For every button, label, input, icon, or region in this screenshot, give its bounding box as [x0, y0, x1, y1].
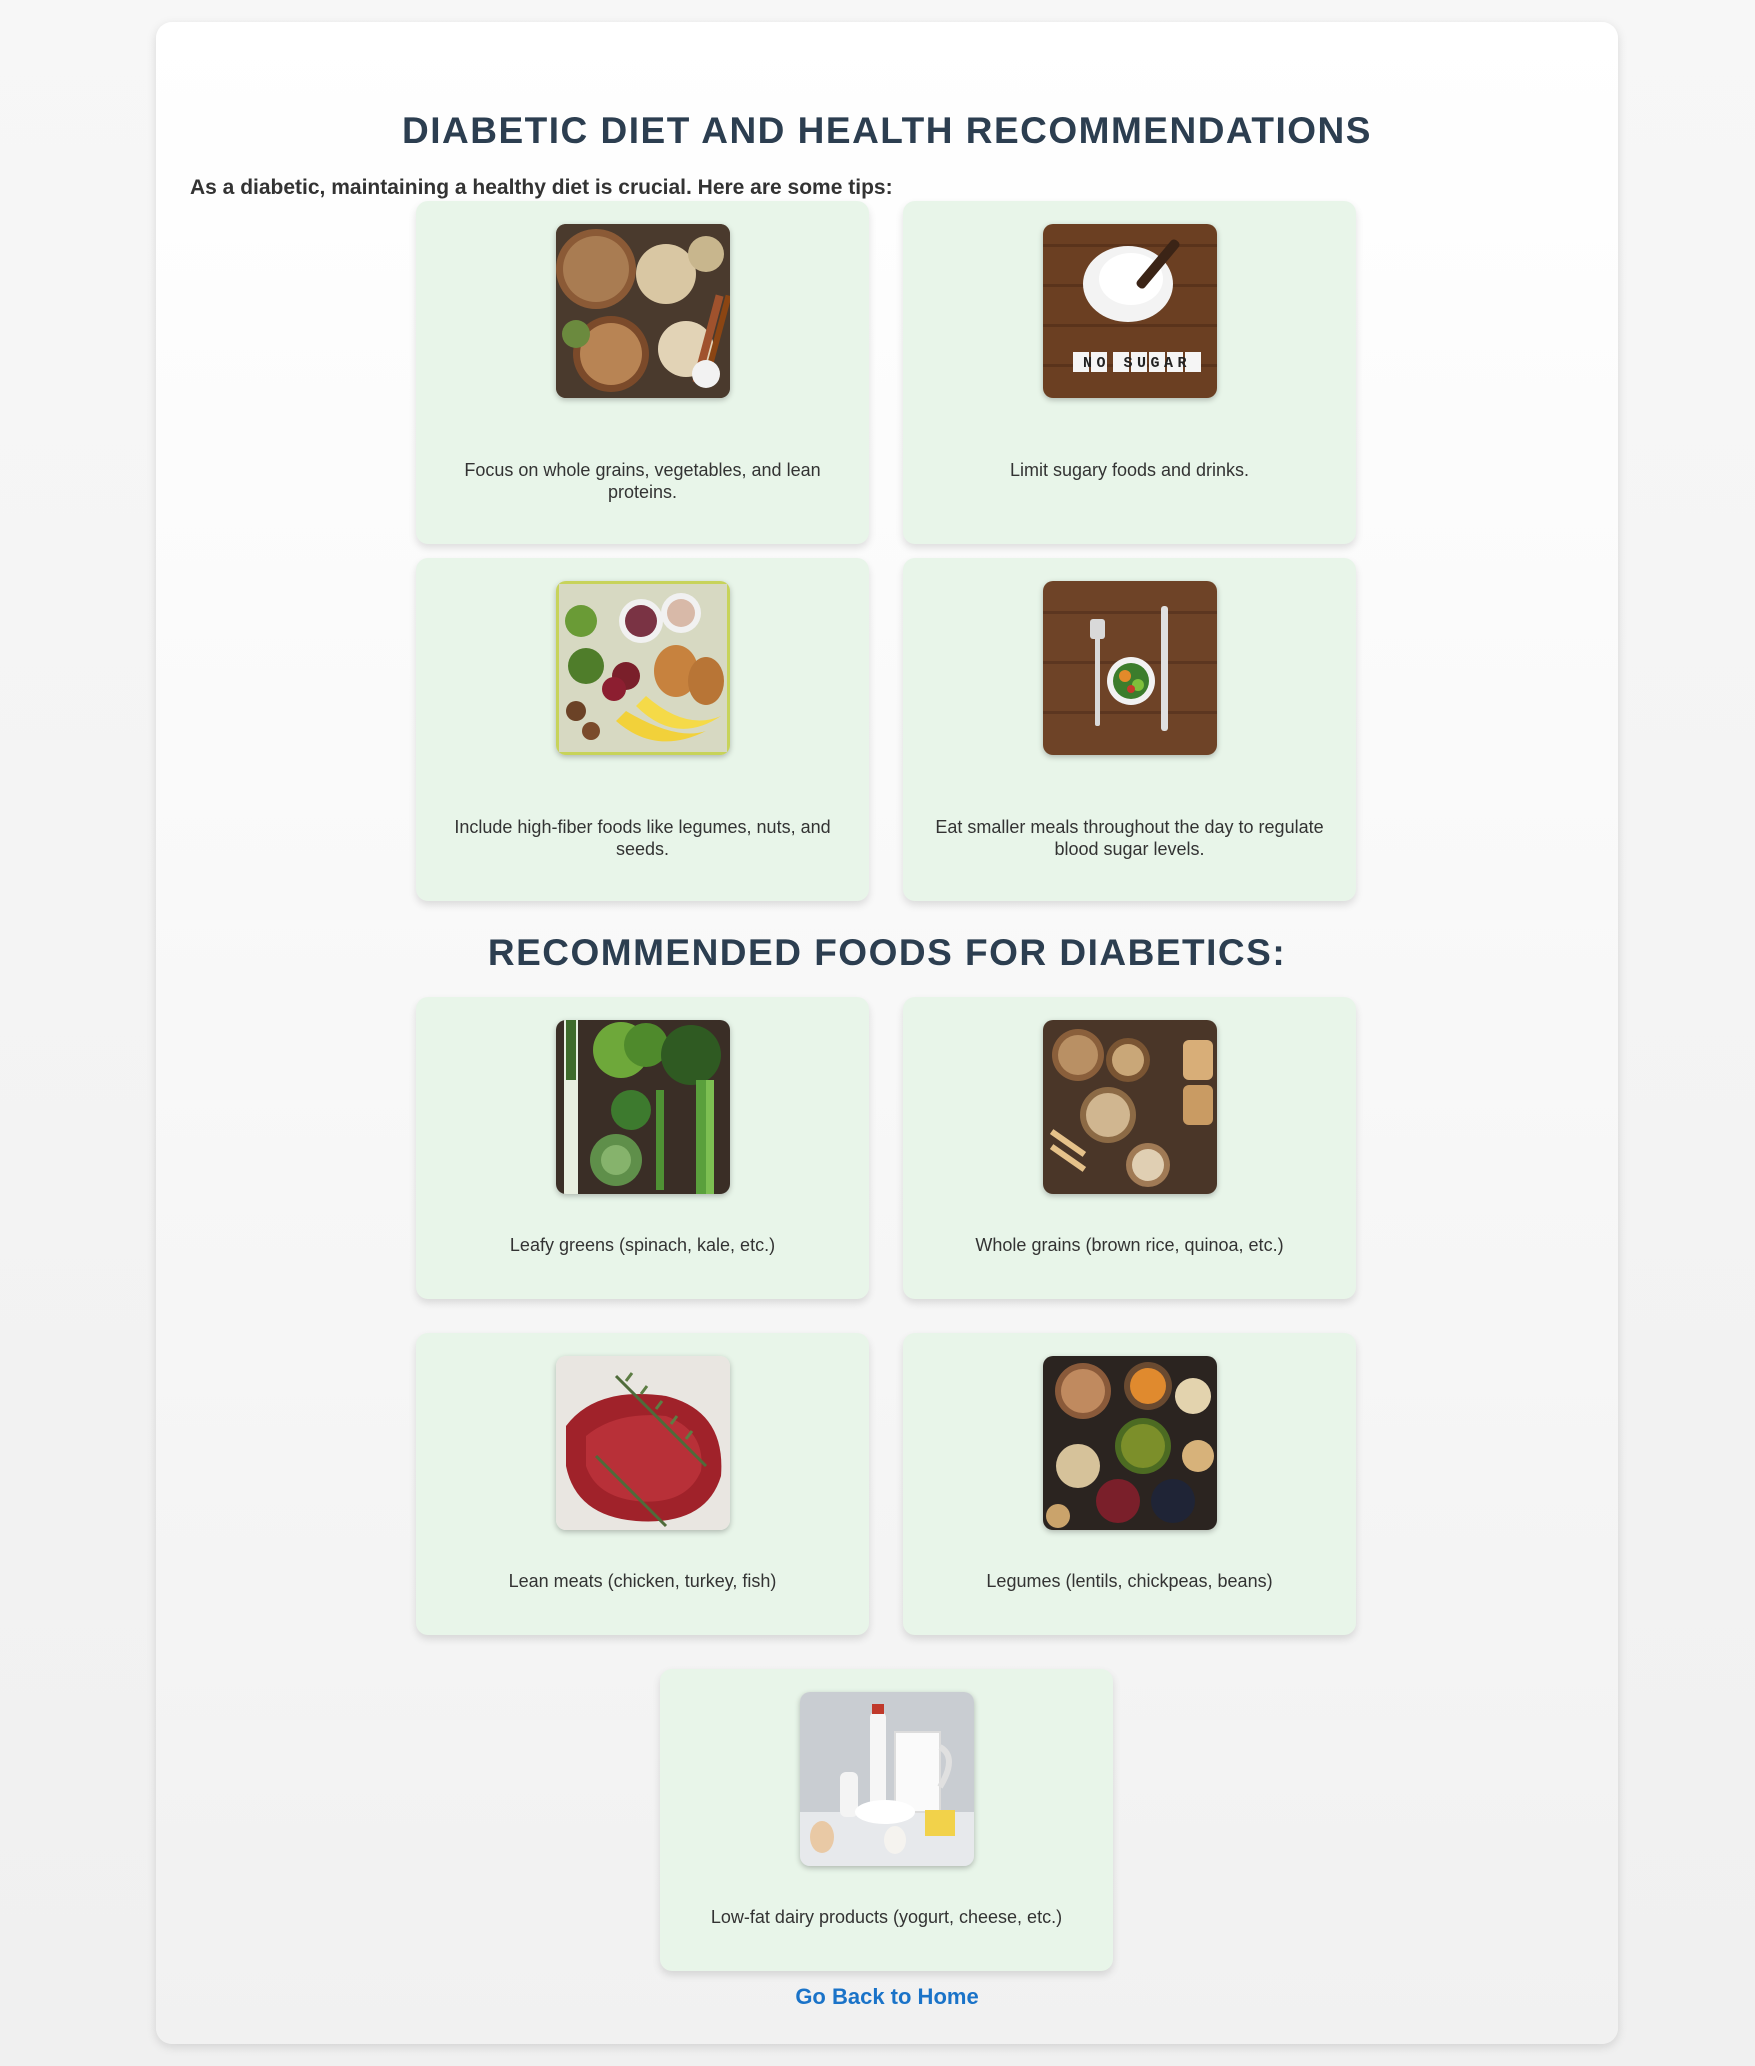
no-sugar-photo: NO SUGAR [1043, 224, 1217, 398]
high-fiber-foods-photo [556, 581, 730, 755]
tip-card-smaller-meals: Eat smaller meals throughout the day to … [903, 558, 1356, 901]
grains-photo [1043, 1020, 1217, 1194]
intro-text: As a diabetic, maintaining a healthy die… [190, 176, 893, 199]
food-caption: Legumes (lentils, chickpeas, beans) [986, 1571, 1273, 1591]
leafy-greens-photo [556, 1020, 730, 1194]
food-caption: Low-fat dairy products (yogurt, cheese, … [710, 1907, 1063, 1927]
lean-meat-photo [556, 1356, 730, 1530]
go-back-home-link[interactable]: Go Back to Home [156, 1982, 1618, 2012]
section-title: RECOMMENDED FOODS FOR DIABETICS: [487, 932, 1287, 973]
whole-grains-photo [556, 224, 730, 398]
food-card-leafy-greens: Leafy greens (spinach, kale, etc.) [416, 997, 869, 1299]
tip-caption: Include high-fiber foods like legumes, n… [454, 817, 831, 859]
legumes-photo [1043, 1356, 1217, 1530]
tip-card-high-fiber: Include high-fiber foods like legumes, n… [416, 558, 869, 901]
tip-card-whole-grains: Focus on whole grains, vegetables, and l… [416, 201, 869, 544]
food-card-legumes: Legumes (lentils, chickpeas, beans) [903, 1333, 1356, 1635]
food-caption: Leafy greens (spinach, kale, etc.) [509, 1235, 776, 1255]
dairy-photo [800, 1692, 974, 1866]
food-card-lean-meats: Lean meats (chicken, turkey, fish) [416, 1333, 869, 1635]
food-card-whole-grains: Whole grains (brown rice, quinoa, etc.) [903, 997, 1356, 1299]
main-container: DIABETIC DIET AND HEALTH RECOMMENDATIONS… [156, 22, 1618, 2044]
food-caption: Whole grains (brown rice, quinoa, etc.) [975, 1235, 1284, 1255]
no-sugar-sign: NO SUGAR [1083, 355, 1191, 372]
tip-caption: Limit sugary foods and drinks. [1009, 460, 1250, 480]
food-card-low-fat-dairy: Low-fat dairy products (yogurt, cheese, … [660, 1669, 1113, 1971]
page-title: DIABETIC DIET AND HEALTH RECOMMENDATIONS [402, 110, 1372, 151]
tip-card-limit-sugar: NO SUGAR Limit sugary foods and drinks. [903, 201, 1356, 544]
food-caption: Lean meats (chicken, turkey, fish) [508, 1571, 777, 1591]
small-meal-photo [1043, 581, 1217, 755]
tip-caption: Eat smaller meals throughout the day to … [935, 817, 1324, 859]
tip-caption: Focus on whole grains, vegetables, and l… [464, 460, 821, 502]
